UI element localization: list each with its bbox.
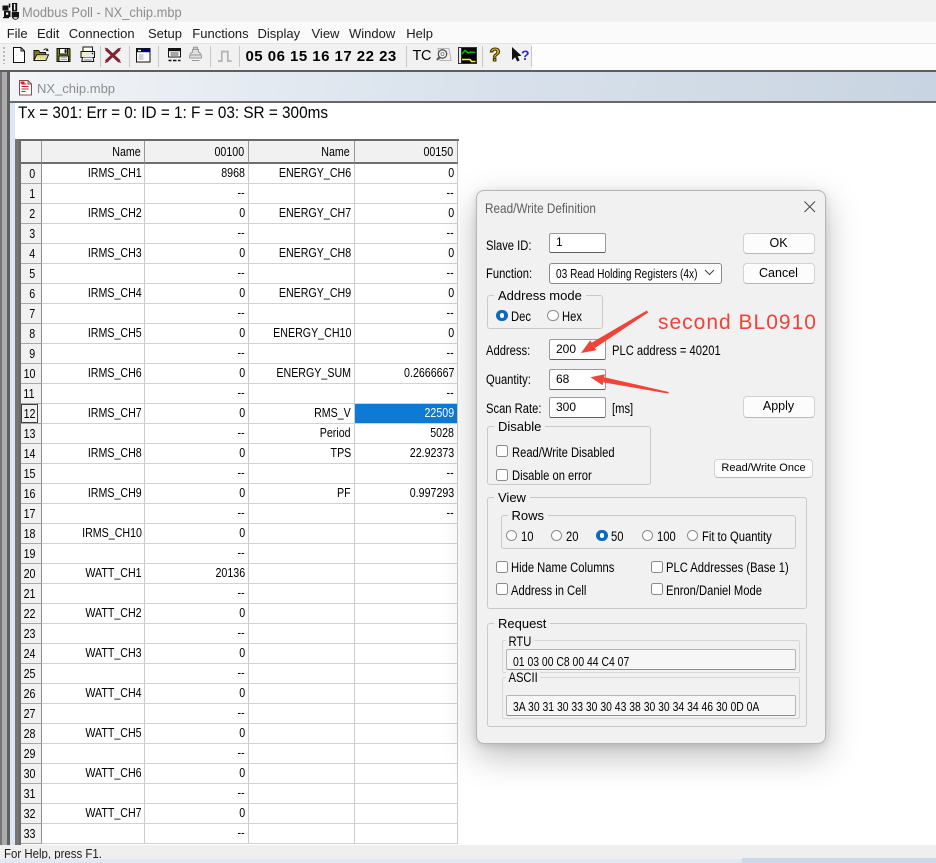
svg-text:?: ? xyxy=(521,47,530,63)
